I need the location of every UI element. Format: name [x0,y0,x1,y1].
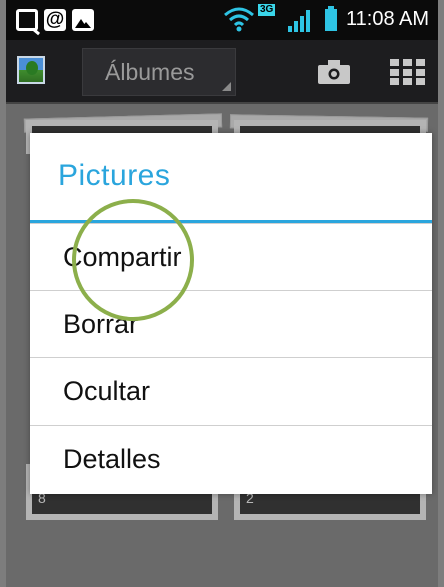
status-time: 11:08 AM [346,8,430,30]
albums-spinner[interactable]: Álbumes [82,48,236,96]
grid-cell [403,78,412,85]
grid-cell [403,59,412,66]
spinner-arrow-icon [222,82,231,91]
albums-spinner-label: Álbumes [105,59,195,85]
menu-item-label: Detalles [63,444,161,474]
signal-icon [288,10,310,32]
gallery-icon[interactable] [17,56,45,84]
grid-cell [390,59,399,66]
battery-icon [325,6,337,31]
menu-item-label: Ocultar [63,376,151,406]
context-menu-dialog: Pictures Compartir Borrar Ocultar Detall… [30,133,432,494]
tap-indicator [72,199,194,321]
image-icon [72,9,94,31]
menu-item-hide[interactable]: Ocultar [30,357,432,423]
grid-cell [403,69,412,76]
menu-item-details[interactable]: Detalles [30,425,432,494]
at-icon: @ [44,9,66,31]
grid-cell [390,78,399,85]
grid-cell [390,69,399,76]
action-bar: Álbumes [6,40,438,104]
grid-cell [416,59,425,66]
q-icon [16,9,38,31]
dialog-title: Pictures [58,159,171,192]
camera-icon[interactable] [318,60,350,84]
grid-cell [416,78,425,85]
wifi-icon [224,7,254,32]
grid-view-icon[interactable] [390,59,426,85]
network-type-badge: 3G [258,4,276,16]
status-bar: @ 3G 11:08 AM [6,0,438,40]
grid-cell [416,69,425,76]
phone-screen: @ 3G 11:08 AM Álbumes 8 2 Pictures Compa… [0,0,444,587]
